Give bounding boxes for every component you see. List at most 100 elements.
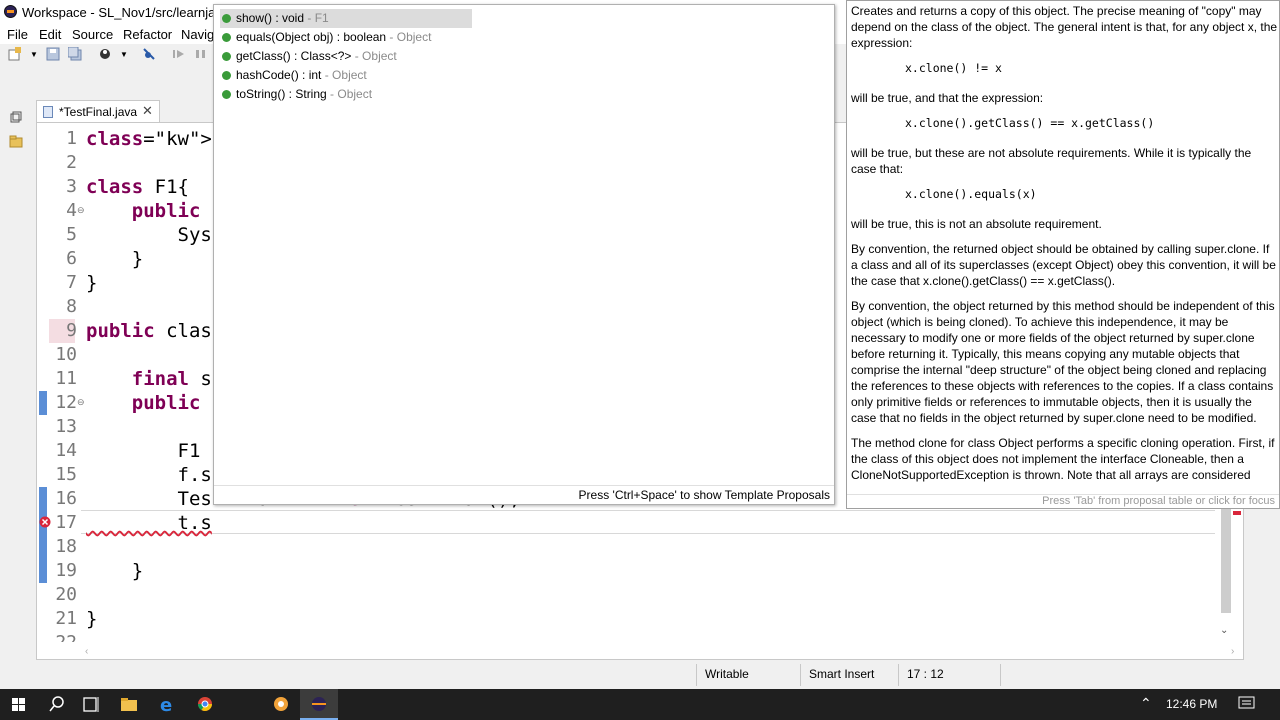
proposal-item[interactable]: hashCode() : int - Object <box>220 66 472 85</box>
windows-start-icon[interactable] <box>0 689 38 720</box>
fold-icon[interactable]: ⊖ <box>77 397 85 408</box>
code-line[interactable]: public clas <box>86 320 212 342</box>
proposal-item[interactable]: show() : void - F1 <box>220 9 472 28</box>
taskbar-clock[interactable]: 12:46 PM <box>1166 697 1217 711</box>
line-number: 16 <box>55 488 77 509</box>
code-line[interactable]: final s <box>86 368 212 390</box>
package-explorer-icon[interactable] <box>9 134 23 148</box>
menu-edit[interactable]: Edit <box>39 27 61 42</box>
code-line[interactable]: } <box>86 560 143 582</box>
javadoc-popup[interactable]: Creates and returns a copy of this objec… <box>846 0 1280 509</box>
divider <box>214 485 834 486</box>
code-line[interactable]: F1 <box>86 440 201 462</box>
code-line[interactable]: class F1{ <box>86 176 189 198</box>
file-explorer-icon[interactable] <box>110 689 148 720</box>
proposal-declaring-type: - Object <box>386 30 432 44</box>
line-number: 11 <box>55 368 77 389</box>
proposal-declaring-type: - Object <box>351 49 397 63</box>
line-number: 7 <box>66 272 77 293</box>
public-method-icon <box>222 33 231 42</box>
doc-code: x.clone() != x <box>905 61 1002 75</box>
public-method-icon <box>222 52 231 61</box>
doc-paragraph: will be true, and that the expression: <box>851 91 1044 105</box>
public-method-icon <box>222 14 231 23</box>
dropdown-arrow-icon[interactable]: ▼ <box>30 50 44 64</box>
proposal-signature: show() : void <box>236 11 305 25</box>
line-number: 1 <box>66 128 77 149</box>
status-bar: Writable Smart Insert 17 : 12 <box>0 661 1280 689</box>
divider <box>696 664 697 686</box>
proposal-declaring-type: - Object <box>321 68 367 82</box>
scroll-down-icon[interactable]: ⌄ <box>1220 625 1228 636</box>
proposal-signature: getClass() : Class<?> <box>236 49 352 63</box>
menu-navigate[interactable]: Navig <box>181 27 214 42</box>
line-number: 8 <box>66 296 77 317</box>
line-number: 6 <box>66 248 77 269</box>
content-assist-popup: show() : void - F1 equals(Object obj) : … <box>213 4 835 505</box>
show-hidden-icons-icon[interactable]: ⌃ <box>1140 695 1152 712</box>
window-title: Workspace - SL_Nov1/src/learnjava/T <box>22 5 241 20</box>
line-number: 12 <box>55 392 77 413</box>
skip-breakpoints-icon[interactable] <box>142 47 156 61</box>
line-number: 4 <box>66 200 77 221</box>
task-view-icon[interactable] <box>72 689 110 720</box>
doc-paragraph: By convention, the object returned by th… <box>851 299 1275 425</box>
line-number: 9 <box>66 320 77 341</box>
edge-icon[interactable]: e <box>148 689 186 720</box>
debug-icon[interactable] <box>98 47 112 61</box>
resume-icon[interactable] <box>172 47 186 61</box>
code-line[interactable]: Sys <box>86 224 212 246</box>
proposal-item[interactable]: getClass() : Class<?> - Object <box>220 47 472 66</box>
code-line[interactable]: } <box>86 608 97 630</box>
notification-icon[interactable] <box>1238 696 1256 712</box>
public-method-icon <box>222 90 231 99</box>
chrome-icon[interactable] <box>186 689 224 720</box>
divider <box>898 664 899 686</box>
line-number: 3 <box>66 176 77 197</box>
doc-code: x.clone().equals(x) <box>905 187 1037 201</box>
new-icon[interactable] <box>8 47 22 61</box>
proposal-item[interactable]: toString() : String - Object <box>220 85 472 104</box>
eclipse-icon-stripe <box>312 703 326 705</box>
proposal-declaring-type: - Object <box>326 87 373 101</box>
suspend-icon[interactable] <box>194 47 208 61</box>
line-number: 13 <box>55 416 77 437</box>
tab-testfinal-java[interactable]: *TestFinal.java ✕ <box>36 100 160 122</box>
line-number: 22 <box>37 632 77 642</box>
eclipse-taskbar-button[interactable] <box>300 689 338 720</box>
eclipse-icon <box>4 5 17 18</box>
public-method-icon <box>222 71 231 80</box>
menu-file[interactable]: File <box>7 27 28 42</box>
javadoc-focus-hint[interactable]: Press 'Tab' from proposal table or click… <box>847 494 1279 508</box>
doc-paragraph: The method clone for class Object perfor… <box>851 436 1275 482</box>
error-overview-marker[interactable] <box>1233 511 1241 515</box>
error-icon[interactable] <box>39 516 51 528</box>
line-number: 18 <box>55 536 77 557</box>
code-line[interactable]: t.s <box>86 512 212 534</box>
code-line[interactable]: } <box>86 272 97 294</box>
code-line[interactable]: f.s <box>86 464 212 486</box>
template-proposals-hint[interactable]: Press 'Ctrl+Space' to show Template Prop… <box>579 488 830 502</box>
code-line[interactable]: public <box>86 392 201 414</box>
app-icon[interactable] <box>262 689 300 720</box>
menu-refactor[interactable]: Refactor <box>123 27 172 42</box>
status-insert-mode[interactable]: Smart Insert <box>809 667 874 681</box>
debug-dropdown-icon[interactable]: ▼ <box>120 50 134 64</box>
doc-paragraph: Creates and returns a copy of this objec… <box>851 4 1278 50</box>
fold-icon[interactable]: ⊖ <box>77 205 85 216</box>
menu-source[interactable]: Source <box>72 27 113 42</box>
proposal-signature: equals(Object obj) : boolean <box>236 30 387 44</box>
proposal-item[interactable]: equals(Object obj) : boolean - Object <box>220 28 472 47</box>
divider <box>800 664 801 686</box>
search-icon[interactable] <box>38 689 76 720</box>
horizontal-scrollbar[interactable]: ‹ › <box>81 643 1241 657</box>
save-all-icon[interactable] <box>68 47 82 61</box>
line-number: 14 <box>55 440 77 461</box>
restore-icon[interactable] <box>9 110 23 124</box>
doc-paragraph: By convention, the returned object shoul… <box>851 242 1276 288</box>
status-cursor-position[interactable]: 17 : 12 <box>907 667 944 681</box>
close-icon[interactable]: ✕ <box>142 103 153 119</box>
save-icon[interactable] <box>46 47 60 61</box>
code-line[interactable]: public <box>86 200 201 222</box>
code-line[interactable]: } <box>86 248 143 270</box>
